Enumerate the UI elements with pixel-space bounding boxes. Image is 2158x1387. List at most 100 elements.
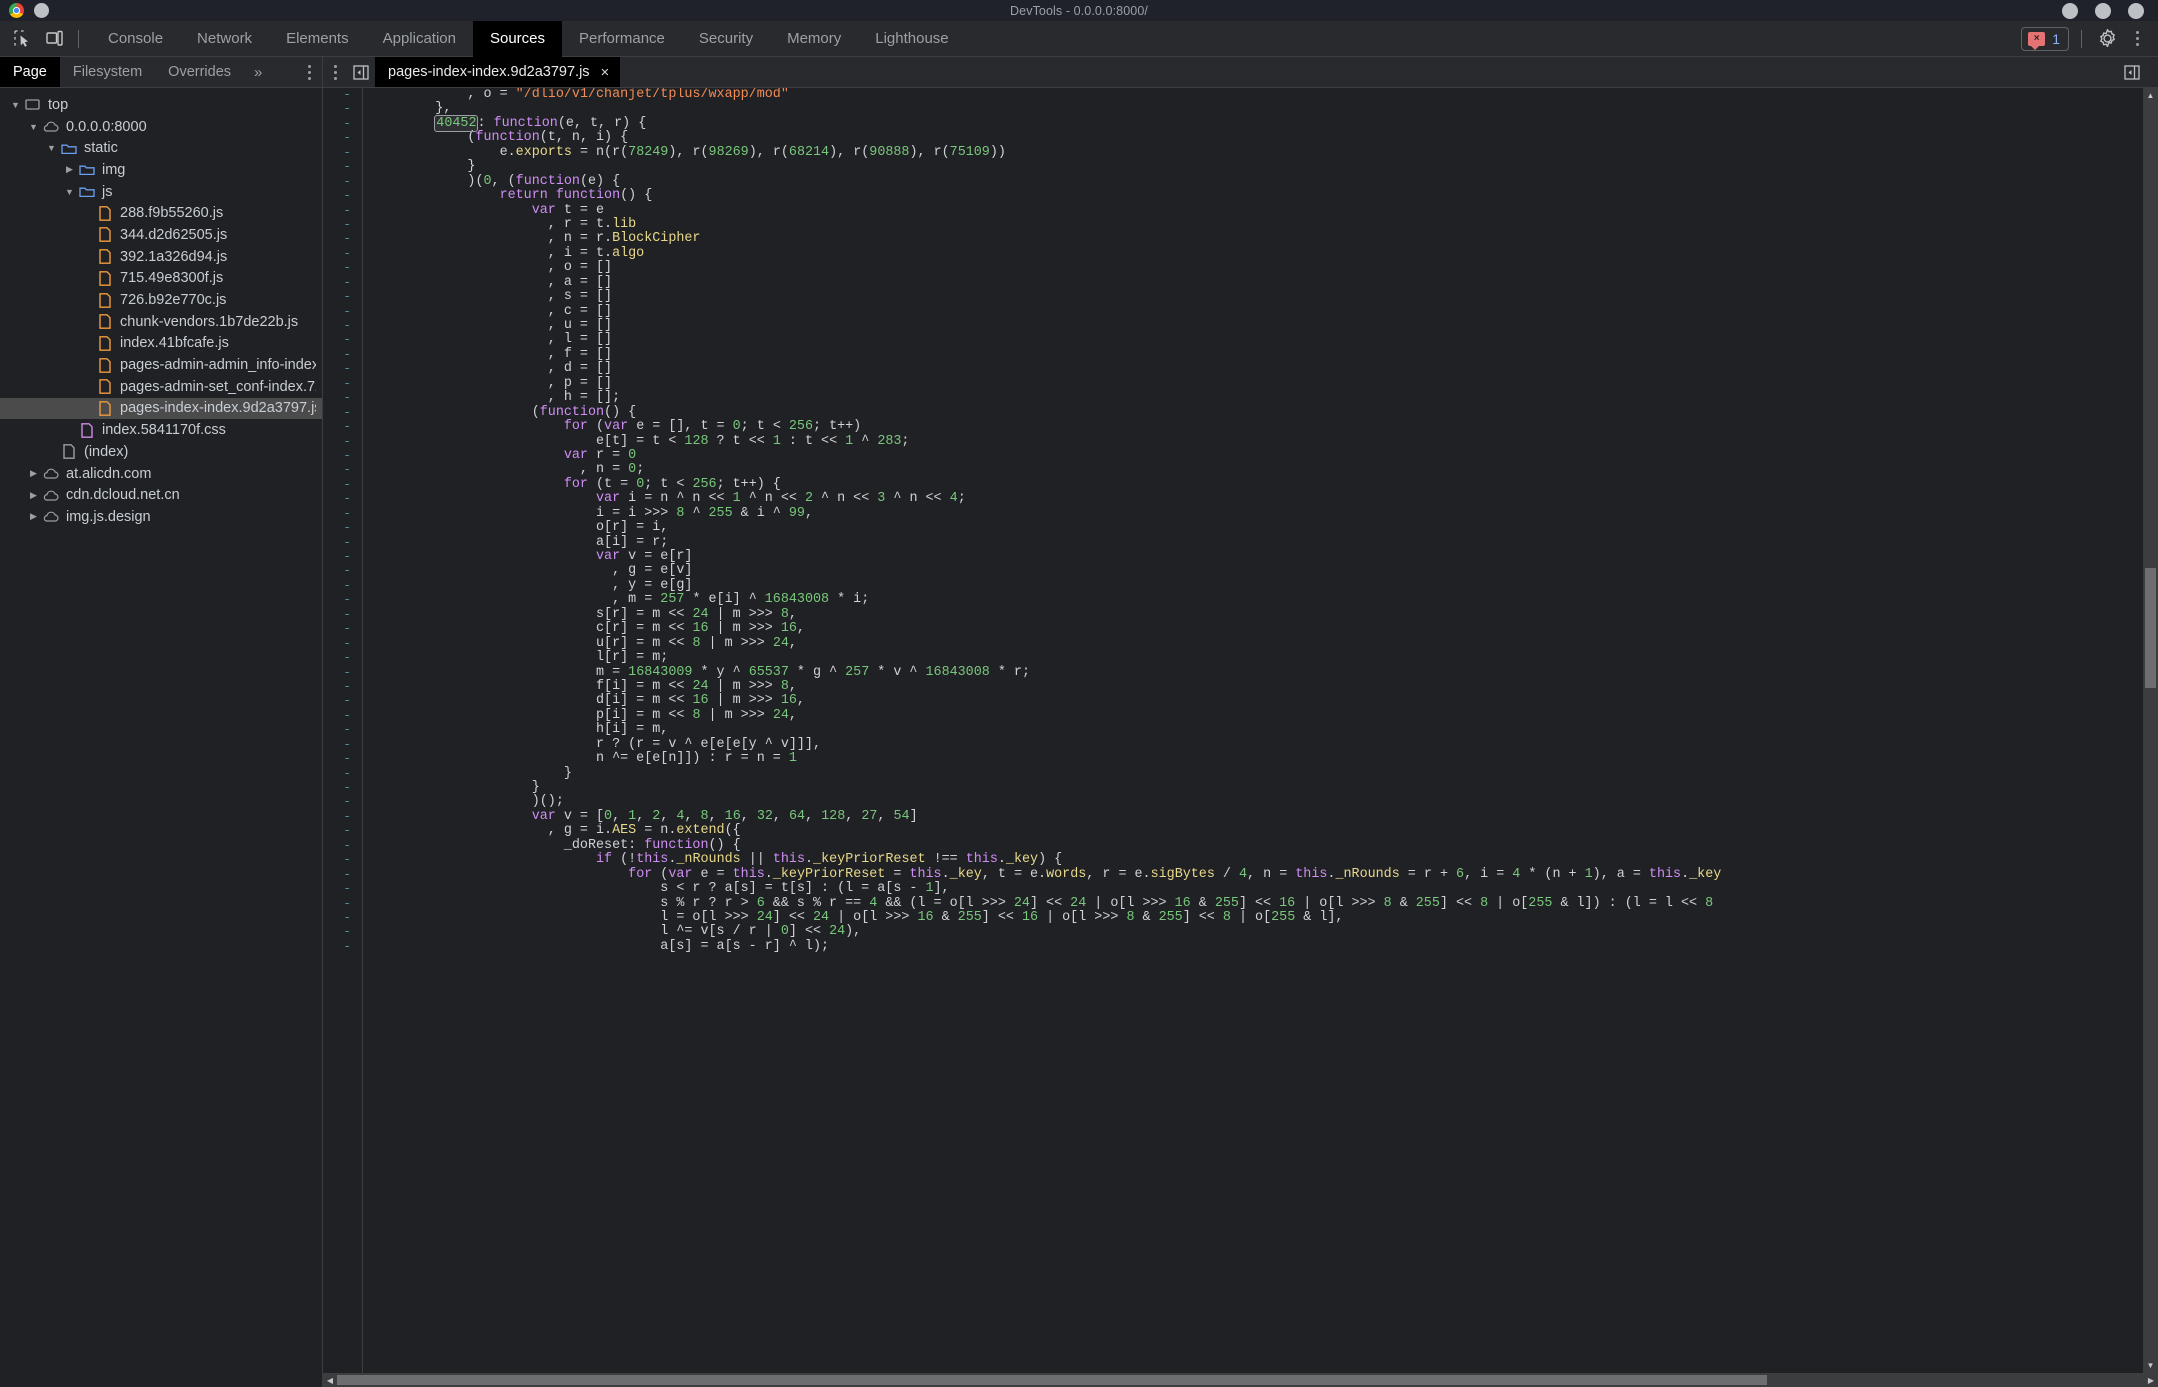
code-line[interactable]: , a = [] bbox=[363, 275, 2158, 290]
tree-item-top[interactable]: ▼ top bbox=[0, 94, 322, 116]
editor-vertical-scrollbar[interactable]: ▲ ▼ bbox=[2143, 88, 2158, 1373]
close-icon[interactable]: × bbox=[601, 65, 610, 80]
vertical-scroll-thumb[interactable] bbox=[2145, 568, 2156, 688]
tree-item-img[interactable]: ▶ img bbox=[0, 159, 322, 181]
code-line[interactable]: , d = [] bbox=[363, 361, 2158, 376]
code-line[interactable]: l = o[l >>> 24] << 24 | o[l >>> 16 & 255… bbox=[363, 910, 2158, 925]
tree-item-715-49e8300f-js[interactable]: 715.49e8300f.js bbox=[0, 268, 322, 290]
tab-application[interactable]: Application bbox=[366, 21, 473, 57]
show-navigator-icon[interactable] bbox=[347, 57, 375, 87]
code-line[interactable]: d[i] = m << 16 | m >>> 16, bbox=[363, 693, 2158, 708]
code-viewer[interactable]: ----------------------------------------… bbox=[323, 88, 2158, 1373]
code-line[interactable]: , s = [] bbox=[363, 289, 2158, 304]
error-badge[interactable]: × 1 bbox=[2021, 26, 2069, 51]
code-line[interactable]: (function(t, n, i) { bbox=[363, 130, 2158, 145]
code-line[interactable]: for (t = 0; t < 256; t++) { bbox=[363, 477, 2158, 492]
tab-elements[interactable]: Elements bbox=[269, 21, 366, 57]
code-line[interactable]: i = i >>> 8 ^ 255 & i ^ 99, bbox=[363, 506, 2158, 521]
code-line[interactable]: }, bbox=[363, 101, 2158, 116]
tab-lighthouse[interactable]: Lighthouse bbox=[858, 21, 965, 57]
code-line[interactable]: n ^= e[e[n]]) : r = n = 1 bbox=[363, 751, 2158, 766]
code-line[interactable]: f[i] = m << 24 | m >>> 8, bbox=[363, 679, 2158, 694]
code-line[interactable]: , l = [] bbox=[363, 332, 2158, 347]
code-line[interactable]: a[s] = a[s - r] ^ l); bbox=[363, 939, 2158, 954]
tree-item-pages-index-index-9d2a3797-js[interactable]: pages-index-index.9d2a3797.js bbox=[0, 397, 322, 420]
scroll-up-arrow[interactable]: ▲ bbox=[2143, 88, 2158, 103]
chevron-down-icon[interactable]: ▼ bbox=[45, 143, 58, 153]
code-line[interactable]: , o = "/dlio/v1/chanjet/tplus/wxapp/mod" bbox=[363, 88, 2158, 102]
tree-item-chunk-vendors-1b7de22b-js[interactable]: chunk-vendors.1b7de22b.js bbox=[0, 311, 322, 333]
code-line[interactable]: var v = e[r] bbox=[363, 549, 2158, 564]
code-line[interactable]: a[i] = r; bbox=[363, 535, 2158, 550]
panel-tabs[interactable]: Console Network Elements Application Sou… bbox=[91, 20, 966, 57]
tree-item-at-alicdn-com[interactable]: ▶ at.alicdn.com bbox=[0, 463, 322, 485]
kebab-menu-icon[interactable] bbox=[2126, 26, 2148, 52]
code-line[interactable]: var v = [0, 1, 2, 4, 8, 16, 32, 64, 128,… bbox=[363, 809, 2158, 824]
device-toolbar-icon[interactable] bbox=[40, 26, 68, 52]
code-line[interactable]: return function() { bbox=[363, 188, 2158, 203]
editor-kebab-menu-icon[interactable] bbox=[323, 57, 347, 87]
tree-item-344-d2d62505-js[interactable]: 344.d2d62505.js bbox=[0, 224, 322, 246]
scroll-right-arrow[interactable]: ▶ bbox=[2144, 1373, 2158, 1387]
tree-item-0-0-0-0-8000[interactable]: ▼ 0.0.0.0:8000 bbox=[0, 116, 322, 138]
code-line[interactable]: m = 16843009 * y ^ 65537 * g ^ 257 * v ^… bbox=[363, 665, 2158, 680]
code-line[interactable]: e[t] = t < 128 ? t << 1 : t << 1 ^ 283; bbox=[363, 434, 2158, 449]
code-line[interactable]: l[r] = m; bbox=[363, 650, 2158, 665]
tab-memory[interactable]: Memory bbox=[770, 21, 858, 57]
code-line[interactable]: s % r ? r > 6 && s % r == 4 && (l = o[l … bbox=[363, 896, 2158, 911]
code-line[interactable]: 40452: function(e, t, r) { bbox=[363, 114, 2158, 132]
tab-sources[interactable]: Sources bbox=[472, 20, 563, 57]
navigator-tabs[interactable]: Page Filesystem Overrides » bbox=[0, 57, 322, 88]
code-line[interactable]: for (var e = this._keyPriorReset = this.… bbox=[363, 867, 2158, 882]
tree-item-img-js-design[interactable]: ▶ img.js.design bbox=[0, 506, 322, 528]
nav-tab-filesystem[interactable]: Filesystem bbox=[60, 57, 155, 87]
code-line[interactable]: var i = n ^ n << 1 ^ n << 2 ^ n << 3 ^ n… bbox=[363, 491, 2158, 506]
nav-tab-page[interactable]: Page bbox=[0, 57, 60, 87]
chevron-down-icon[interactable]: ▼ bbox=[63, 187, 76, 197]
code-line[interactable]: h[i] = m, bbox=[363, 722, 2158, 737]
code-line[interactable]: , g = i.AES = n.extend({ bbox=[363, 823, 2158, 838]
nav-tab-more[interactable]: » bbox=[244, 57, 272, 87]
code-line[interactable]: , n = 0; bbox=[363, 462, 2158, 477]
code-line[interactable]: , i = t.algo bbox=[363, 246, 2158, 261]
inspect-element-icon[interactable] bbox=[8, 26, 36, 52]
code-line[interactable]: var r = 0 bbox=[363, 448, 2158, 463]
tree-item-726-b92e770c-js[interactable]: 726.b92e770c.js bbox=[0, 289, 322, 311]
scroll-left-arrow[interactable]: ◀ bbox=[323, 1373, 337, 1387]
horizontal-scroll-thumb[interactable] bbox=[337, 1375, 1767, 1385]
code-line[interactable]: , h = []; bbox=[363, 390, 2158, 405]
tree-item-index-41bfcafe-js[interactable]: index.41bfcafe.js bbox=[0, 333, 322, 355]
tree-item-pages-admin-set-conf-index-720cbcbe-[interactable]: pages-admin-set_conf-index.720cbcbe. bbox=[0, 376, 322, 398]
code-line[interactable]: (function() { bbox=[363, 405, 2158, 420]
file-tree[interactable]: ▼ top ▼ 0.0.0.0:8000 ▼ static ▶ img ▼ js 288.f9b55… bbox=[0, 88, 322, 528]
navigator-kebab-menu-icon[interactable] bbox=[296, 57, 322, 87]
tree-item-392-1a326d94-js[interactable]: 392.1a326d94.js bbox=[0, 246, 322, 268]
code-line[interactable]: o[r] = i, bbox=[363, 520, 2158, 535]
code-line[interactable]: , u = [] bbox=[363, 318, 2158, 333]
code-line[interactable]: u[r] = m << 8 | m >>> 24, bbox=[363, 636, 2158, 651]
chevron-down-icon[interactable]: ▼ bbox=[27, 122, 40, 132]
code-line[interactable]: , y = e[g] bbox=[363, 578, 2158, 593]
chevron-right-icon[interactable]: ▶ bbox=[27, 511, 40, 522]
tree-item-js[interactable]: ▼ js bbox=[0, 181, 322, 203]
tree-item-288-f9b55260-js[interactable]: 288.f9b55260.js bbox=[0, 202, 322, 224]
code-line[interactable]: } bbox=[363, 766, 2158, 781]
code-line[interactable]: if (!this._nRounds || this._keyPriorRese… bbox=[363, 852, 2158, 867]
code-line[interactable]: c[r] = m << 16 | m >>> 16, bbox=[363, 621, 2158, 636]
code-line[interactable]: , n = r.BlockCipher bbox=[363, 231, 2158, 246]
tree-item--index-[interactable]: (index) bbox=[0, 441, 322, 463]
code-line[interactable]: var t = e bbox=[363, 203, 2158, 218]
chevron-right-icon[interactable]: ▶ bbox=[63, 164, 76, 175]
code-line[interactable]: , p = [] bbox=[363, 376, 2158, 391]
editor-file-tab[interactable]: pages-index-index.9d2a3797.js × bbox=[375, 57, 621, 87]
tree-item-pages-admin-admin-info-index-10d4c82[interactable]: pages-admin-admin_info-index.10d4c82 bbox=[0, 354, 322, 376]
show-debugger-icon[interactable] bbox=[2118, 64, 2146, 80]
tab-console[interactable]: Console bbox=[91, 21, 180, 57]
code-line[interactable]: s[r] = m << 24 | m >>> 8, bbox=[363, 607, 2158, 622]
code-lines[interactable]: , o = "/dlio/v1/chanjet/tplus/wxapp/mod"… bbox=[363, 88, 2158, 1373]
editor-horizontal-scrollbar[interactable]: ◀ ▶ bbox=[323, 1373, 2158, 1387]
code-line[interactable]: p[i] = m << 8 | m >>> 24, bbox=[363, 708, 2158, 723]
tree-item-cdn-dcloud-net-cn[interactable]: ▶ cdn.dcloud.net.cn bbox=[0, 484, 322, 506]
code-line[interactable]: } bbox=[363, 780, 2158, 795]
chevron-right-icon[interactable]: ▶ bbox=[27, 490, 40, 501]
